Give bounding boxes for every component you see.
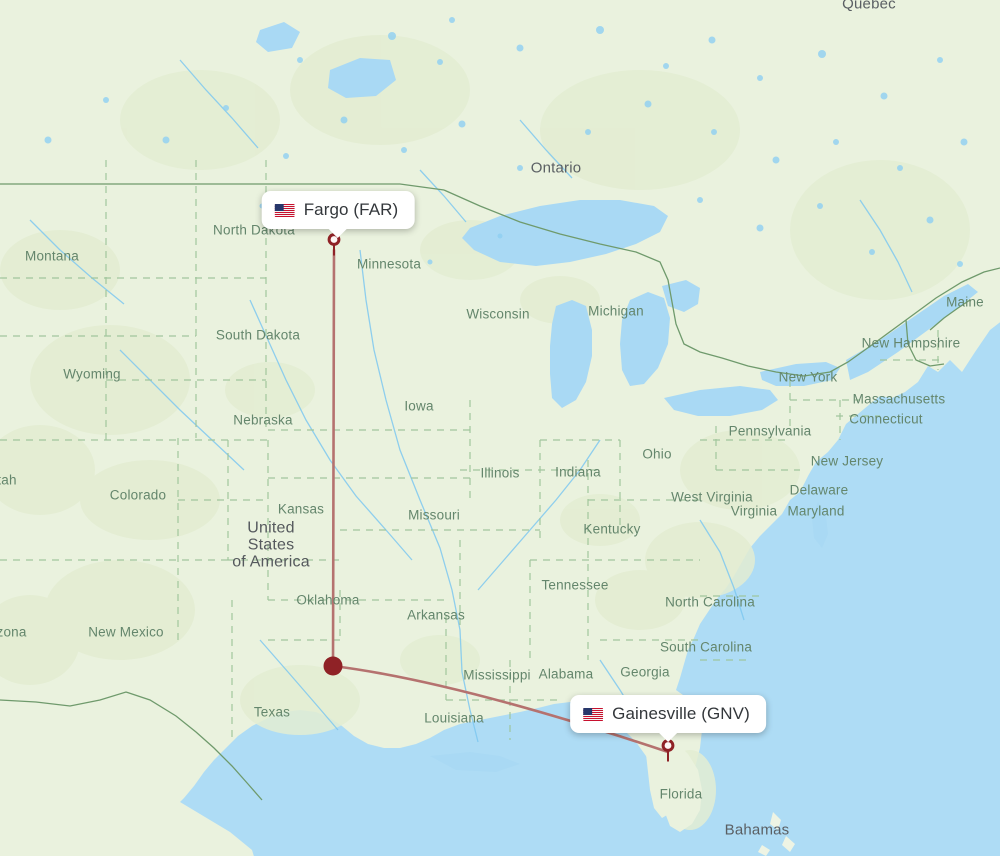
flight-route-map[interactable]: Quebec Ontario Bahamas United States of … [0, 0, 1000, 856]
route-waypoint-marker [323, 656, 343, 676]
origin-airport-callout[interactable]: Fargo (FAR) [261, 191, 415, 238]
us-flag-icon [274, 203, 295, 217]
origin-airport-label: Fargo (FAR) [303, 200, 399, 219]
us-flag-icon [583, 707, 604, 721]
destination-airport-label: Gainesville (GNV) [612, 704, 750, 723]
map-canvas [0, 0, 1000, 856]
destination-airport-callout[interactable]: Gainesville (GNV) [570, 695, 766, 742]
